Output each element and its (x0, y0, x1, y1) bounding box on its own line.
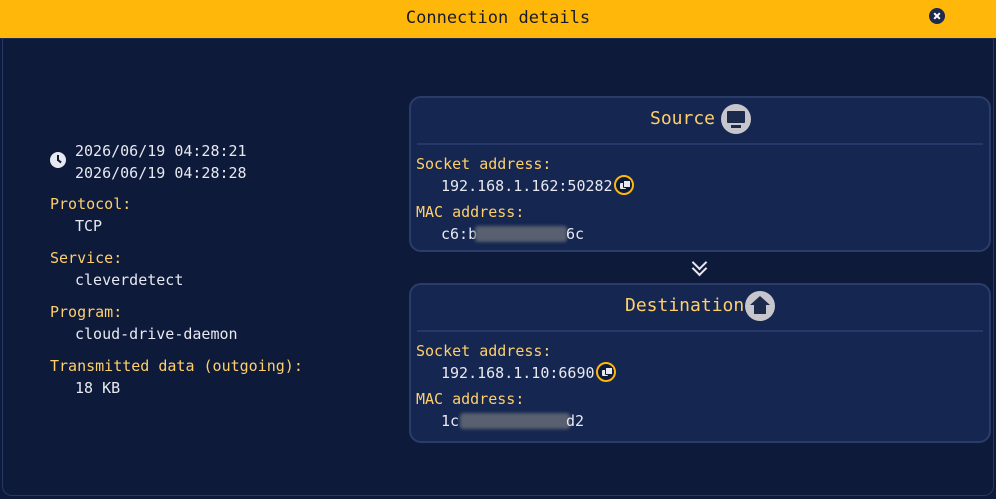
destination-mac-redaction (460, 413, 570, 429)
destination-mac-suffix: d2 (566, 412, 585, 430)
transmitted-label: Transmitted data (outgoing): (50, 357, 303, 375)
title-bar: Connection details (0, 0, 996, 39)
source-title: Source (650, 108, 716, 129)
destination-mac-prefix: 1c (441, 412, 460, 430)
source-socket-label: Socket address: (416, 155, 552, 173)
window-title: Connection details (405, 8, 591, 28)
clock-icon (50, 152, 66, 168)
source-socket-value: 192.168.1.162:50282 (441, 177, 613, 195)
source-mac-label: MAC address: (416, 203, 525, 221)
program-value: cloud-drive-daemon (75, 325, 238, 343)
copy-destination-socket-button[interactable] (596, 362, 616, 382)
chevron-down-icon (689, 254, 709, 277)
home-icon (745, 291, 775, 321)
transmitted-value: 18 KB (75, 379, 121, 397)
service-value: cleverdetect (75, 271, 184, 289)
source-divider (417, 143, 983, 145)
destination-divider (417, 330, 983, 332)
source-card: Source Socket address: 192.168.1.162:502… (409, 96, 991, 252)
source-mac-redaction (475, 226, 567, 242)
program-label: Program: (50, 303, 123, 321)
destination-title: Destination (625, 295, 745, 316)
copy-source-socket-button[interactable] (614, 175, 634, 195)
close-icon[interactable] (929, 8, 945, 24)
destination-card: Destination Socket address: 192.168.1.10… (409, 283, 991, 443)
destination-socket-label: Socket address: (416, 342, 552, 360)
destination-header: Destination (411, 285, 989, 329)
source-mac-prefix: c6:b (441, 225, 478, 243)
destination-socket-value: 192.168.1.10:6690 (441, 364, 595, 382)
start-timestamp: 2026/06/19 04:28:21 (75, 142, 247, 160)
source-mac-suffix: 6c (566, 225, 585, 243)
protocol-label: Protocol: (50, 195, 132, 213)
end-timestamp: 2026/06/19 04:28:28 (75, 164, 247, 182)
monitor-icon (721, 104, 751, 134)
service-label: Service: (50, 249, 123, 267)
source-header: Source (411, 98, 989, 142)
protocol-value: TCP (75, 217, 103, 235)
destination-mac-label: MAC address: (416, 390, 525, 408)
